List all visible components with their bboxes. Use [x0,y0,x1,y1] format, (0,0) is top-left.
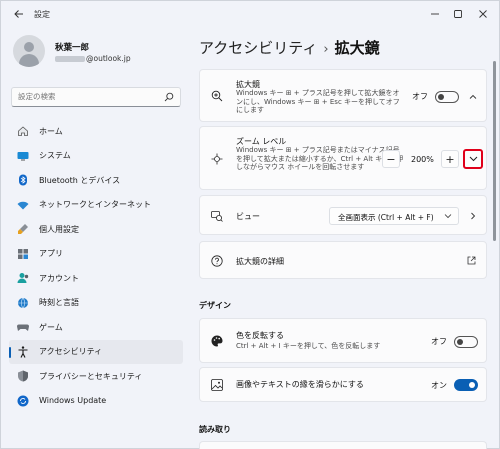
title-bar: 設定 [1,1,500,29]
sidebar-item-label: ホーム [39,126,63,136]
smooth-edges-title: 画像やテキストの縁を滑らかにする [236,380,364,389]
sidebar-item-label: システム [39,151,71,161]
palette-icon [211,335,223,347]
page-title: 拡大鏡 [334,39,380,57]
magnifier-description: Windows キー ⊞ + プラス記号を押して拡大鏡をオンにし、Windows… [236,89,400,114]
magnifier-toggle[interactable] [435,91,459,103]
sidebar-item-label: ゲーム [39,322,63,332]
sidebar-item-time-language[interactable]: 時刻と言語 [9,291,183,316]
smooth-edges-state-label: オン [431,381,447,390]
brush-icon [17,223,29,235]
sidebar-item-label: Windows Update [39,396,107,406]
accessibility-icon [17,346,29,358]
gamepad-icon [17,321,29,333]
help-icon [211,255,223,267]
app-title: 設定 [34,10,50,19]
sidebar-item-label: 個人用設定 [39,224,79,234]
view-title: ビュー [236,212,260,221]
bluetooth-icon [17,174,29,186]
sidebar-item-system[interactable]: システム [9,144,183,169]
breadcrumb-separator: › [323,42,329,57]
view-mode-icon [211,210,223,222]
search-input[interactable] [18,92,158,101]
magnifier-details-title: 拡大鏡の詳細 [236,257,284,266]
sidebar-item-accounts[interactable]: アカウント [9,266,183,291]
smooth-edges-toggle[interactable] [454,379,478,391]
sidebar-nav: ホーム システム Bluetooth とデバイス ネットワークとインターネット … [9,119,183,413]
zoom-level-card: ズーム レベル Windows キー ⊞ + プラス記号またはマイナス記号を押し… [199,126,487,190]
invert-colors-title: 色を反転する [236,331,284,340]
design-section-title: デザイン [199,301,231,310]
sidebar-item-label: アカウント [39,273,79,283]
expand-options-button[interactable] [463,149,483,169]
breadcrumb: アクセシビリティ › 拡大鏡 [199,37,380,58]
minimize-button[interactable] [425,5,445,23]
sidebar-item-label: 時刻と言語 [39,298,79,308]
chevron-right-icon[interactable] [469,212,477,220]
home-icon [17,125,29,137]
globe-clock-icon [17,297,29,309]
view-card: ビュー 全画面表示 (Ctrl + Alt + F) [199,195,487,235]
view-mode-selected: 全画面表示 (Ctrl + Alt + F) [338,213,434,222]
reading-section-title: 読み取り [199,425,231,434]
chevron-up-icon[interactable] [469,93,477,101]
move-crosshair-icon [211,153,223,165]
image-icon [211,379,223,391]
close-button[interactable] [473,5,493,23]
invert-colors-card: 色を反転する Ctrl + Alt + I キーを押して、色を反転します オフ [199,318,487,363]
profile-email: @outlook.jp [55,54,131,63]
account-icon [17,272,29,284]
zoom-in-button[interactable]: + [441,150,459,168]
apps-icon [17,248,29,260]
sidebar-item-gaming[interactable]: ゲーム [9,315,183,340]
sidebar-item-home[interactable]: ホーム [9,119,183,144]
scrollbar[interactable] [493,61,496,241]
zoom-level-value: 200% [411,155,434,164]
magnifier-details-card[interactable]: 拡大鏡の詳細 [199,241,487,279]
chevron-down-icon [469,153,478,166]
back-arrow-icon[interactable] [13,8,25,20]
sidebar-item-label: プライバシーとセキュリティ [39,371,143,381]
open-external-icon [467,256,476,265]
maximize-button[interactable] [448,5,468,23]
invert-colors-description: Ctrl + Alt + I キーを押して、色を反転します [236,342,381,350]
settings-window: 設定 秋葉一郎 @outlook.jp ホーム [0,0,500,449]
shield-icon [17,370,29,382]
sidebar-item-label: アクセシビリティ [39,347,103,357]
sidebar-item-accessibility[interactable]: アクセシビリティ [9,339,183,364]
reading-card [199,441,487,449]
profile-email-domain: @outlook.jp [86,54,131,63]
magnifier-icon [211,90,223,102]
wifi-icon [17,199,29,211]
magnifier-card: 拡大鏡 Windows キー ⊞ + プラス記号を押して拡大鏡をオンにし、Win… [199,69,487,122]
update-icon [17,395,29,407]
view-mode-select[interactable]: 全画面表示 (Ctrl + Alt + F) [329,207,459,225]
profile-name: 秋葉一郎 [55,43,90,53]
search-icon[interactable] [164,92,174,102]
sidebar-item-label: ネットワークとインターネット [39,200,151,210]
user-profile[interactable]: 秋葉一郎 @outlook.jp [13,35,183,75]
sidebar-item-bluetooth[interactable]: Bluetooth とデバイス [9,168,183,193]
magnifier-state-label: オフ [412,92,428,101]
chevron-down-icon [444,212,452,220]
search-box[interactable] [11,87,181,107]
invert-colors-toggle[interactable] [454,336,478,348]
sidebar-item-privacy[interactable]: プライバシーとセキュリティ [9,364,183,389]
sidebar-item-network[interactable]: ネットワークとインターネット [9,193,183,218]
invert-colors-state-label: オフ [431,337,447,346]
zoom-level-description: Windows キー ⊞ + プラス記号またはマイナス記号を押して拡大または縮小… [236,146,404,171]
avatar [13,35,45,67]
zoom-out-button[interactable]: − [382,150,400,168]
display-icon [17,150,29,162]
sidebar-item-personalization[interactable]: 個人用設定 [9,217,183,242]
sidebar-item-label: Bluetooth とデバイス [39,175,121,185]
sidebar-item-label: アプリ [39,249,63,259]
sidebar-item-apps[interactable]: アプリ [9,242,183,267]
breadcrumb-parent[interactable]: アクセシビリティ [199,39,317,57]
sidebar-item-windows-update[interactable]: Windows Update [9,389,183,414]
smooth-edges-card: 画像やテキストの縁を滑らかにする オン [199,367,487,402]
